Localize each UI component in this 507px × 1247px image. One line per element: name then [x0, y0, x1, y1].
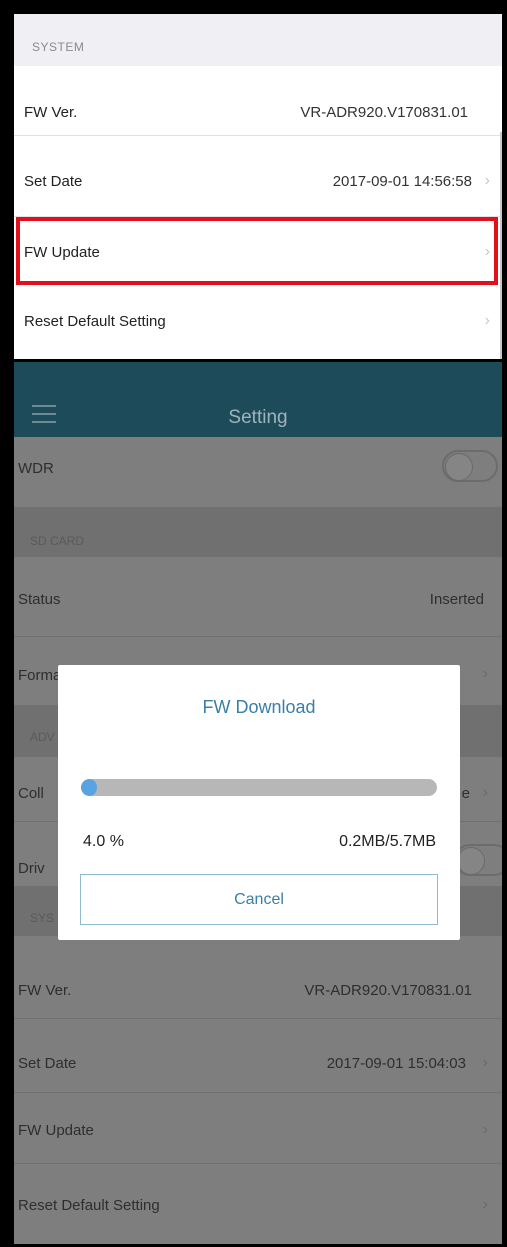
row-label: Reset Default Setting [24, 313, 166, 330]
wdr-toggle[interactable] [442, 450, 498, 482]
cancel-button[interactable]: Cancel [80, 874, 438, 925]
nav-bar: Setting [14, 362, 502, 437]
nav-title: Setting [228, 407, 288, 428]
section-label: SD CARD [30, 534, 85, 548]
fw-version-row: FW Ver. VR-ADR920.V170831.01 [14, 66, 502, 135]
system-section-header: SYSTEM [14, 14, 502, 66]
sd-card-section-header: SD CARD [14, 507, 502, 557]
chevron-right-icon: › [482, 665, 488, 682]
progress-percent: 4.0 % [83, 833, 124, 850]
fw-version-value: VR-ADR920.V170831.01 [304, 982, 472, 999]
set-date-value: 2017-09-01 15:04:03 [326, 1055, 466, 1072]
drive-toggle[interactable] [454, 844, 502, 876]
set-date-row[interactable]: Set Date 2017-09-01 14:56:58 › [14, 136, 502, 216]
toggle-knob [457, 847, 485, 875]
chevron-right-icon: › [484, 243, 490, 260]
row-label: Driv [18, 860, 45, 877]
set-date-row[interactable]: Set Date 2017-09-01 15:04:03 › [14, 1019, 502, 1092]
status-row: Status Inserted [14, 557, 502, 636]
row-label: FW Update [24, 244, 100, 261]
reset-default-row[interactable]: Reset Default Setting › [14, 1164, 502, 1244]
dialog-title: FW Download [202, 697, 316, 717]
row-label: FW Update [18, 1122, 94, 1139]
fw-version-value: VR-ADR920.V170831.01 [300, 104, 468, 121]
scrollbar[interactable] [500, 132, 502, 359]
reset-default-row[interactable]: Reset Default Setting › [14, 286, 502, 359]
chevron-right-icon: › [484, 172, 490, 189]
row-label: FW Ver. [18, 982, 72, 999]
fw-download-dialog: FW Download 4.0 % 0.2MB/5.7MB Cancel [58, 665, 460, 940]
wdr-row: WDR [14, 437, 502, 507]
set-date-value: 2017-09-01 14:56:58 [332, 173, 472, 190]
chevron-right-icon: › [482, 1196, 488, 1213]
row-label: WDR [18, 460, 54, 477]
screenshot-frame: SYSTEM FW Ver. VR-ADR920.V170831.01 Set … [0, 0, 507, 1247]
collision-value: e [461, 785, 470, 802]
chevron-right-icon: › [482, 1054, 488, 1071]
row-label: Set Date [18, 1055, 77, 1072]
chevron-right-icon: › [484, 312, 490, 329]
chevron-right-icon: › [482, 1121, 488, 1138]
fw-update-row[interactable]: FW Update › [14, 217, 502, 285]
download-size: 0.2MB/5.7MB [339, 833, 436, 850]
section-label: ADV [30, 730, 55, 744]
row-label: Coll [18, 785, 44, 802]
chevron-right-icon: › [482, 784, 488, 801]
row-label: Status [18, 591, 61, 608]
section-label: SYSTEM [32, 40, 85, 54]
progress-fill [81, 779, 98, 796]
status-value: Inserted [429, 591, 484, 608]
row-label: Set Date [24, 173, 83, 190]
toggle-knob [445, 453, 473, 481]
fw-version-row: FW Ver. VR-ADR920.V170831.01 [14, 936, 502, 1018]
download-progress-bar [81, 779, 437, 796]
row-label: Reset Default Setting [18, 1197, 160, 1214]
section-label: SYS [30, 911, 55, 925]
fw-update-row[interactable]: FW Update › [14, 1093, 502, 1163]
row-label: FW Ver. [24, 104, 78, 121]
system-settings-panel: SYSTEM FW Ver. VR-ADR920.V170831.01 Set … [14, 14, 502, 359]
